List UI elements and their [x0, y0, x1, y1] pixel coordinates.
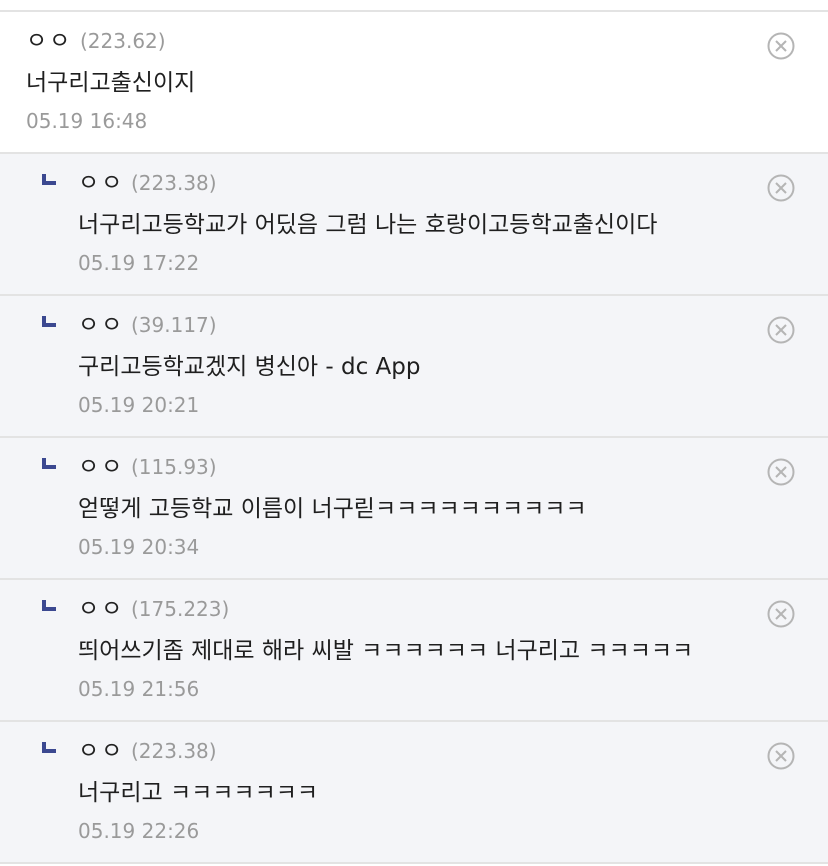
comment-ip: (175.223): [131, 597, 230, 621]
delete-comment-icon[interactable]: [767, 316, 795, 344]
comment-ip: (39.117): [131, 313, 217, 337]
comment-ip: (223.38): [131, 171, 217, 195]
comment-nickname[interactable]: ㅇㅇ: [26, 30, 72, 53]
delete-comment-icon[interactable]: [767, 458, 795, 486]
comment-nickname[interactable]: ㅇㅇ: [78, 172, 124, 195]
reply-item: ㅇㅇ (223.38) 너구리고등학교가 어딨음 그럼 나는 호랑이고등학교출신…: [0, 154, 828, 296]
delete-comment-icon[interactable]: [767, 32, 795, 60]
delete-comment-icon[interactable]: [767, 174, 795, 202]
comment-nickname[interactable]: ㅇㅇ: [78, 598, 124, 621]
comment-date: 05.19 16:48: [26, 109, 148, 133]
comment-date: 05.19 22:26: [78, 819, 200, 843]
comment-ip: (115.93): [131, 455, 217, 479]
comment-text: 너구리고등학교가 어딨음 그럼 나는 호랑이고등학교출신이다: [78, 212, 658, 238]
comment-nickname[interactable]: ㅇㅇ: [78, 456, 124, 479]
comment-ip: (223.62): [80, 29, 166, 53]
comment-text: 너구리고 ㅋㅋㅋㅋㅋㅋㅋ: [78, 780, 319, 806]
reply-item: ㅇㅇ (223.38) 너구리고 ㅋㅋㅋㅋㅋㅋㅋ 05.19 22:26: [0, 722, 828, 864]
comment-text: 너구리고출신이지: [26, 70, 196, 96]
reply-arrow-icon: [42, 316, 56, 327]
comment-nickname[interactable]: ㅇㅇ: [78, 740, 124, 763]
comment-text: 띄어쓰기좀 제대로 해라 씨발 ㅋㅋㅋㅋㅋㅋ 너구리고 ㅋㅋㅋㅋㅋ: [78, 638, 694, 664]
reply-arrow-icon: [42, 742, 56, 753]
comment-ip: (223.38): [131, 739, 217, 763]
comment-item: ㅇㅇ (223.62) 너구리고출신이지 05.19 16:48: [0, 12, 828, 154]
reply-item: ㅇㅇ (39.117) 구리고등학교겠지 병신아 - dc App 05.19 …: [0, 296, 828, 438]
comment-text: 구리고등학교겠지 병신아 - dc App: [78, 354, 421, 380]
reply-item: ㅇㅇ (115.93) 얻떻게 고등학교 이름이 너구릳ㅋㅋㅋㅋㅋㅋㅋㅋㅋㅋ 0…: [0, 438, 828, 580]
delete-comment-icon[interactable]: [767, 742, 795, 770]
comment-nickname[interactable]: ㅇㅇ: [78, 314, 124, 337]
comment-text: 얻떻게 고등학교 이름이 너구릳ㅋㅋㅋㅋㅋㅋㅋㅋㅋㅋ: [78, 496, 587, 522]
reply-item: ㅇㅇ (175.223) 띄어쓰기좀 제대로 해라 씨발 ㅋㅋㅋㅋㅋㅋ 너구리고…: [0, 580, 828, 722]
reply-arrow-icon: [42, 174, 56, 185]
comment-date: 05.19 21:56: [78, 677, 200, 701]
comment-date: 05.19 17:22: [78, 251, 200, 275]
reply-arrow-icon: [42, 458, 56, 469]
reply-arrow-icon: [42, 600, 56, 611]
comment-date: 05.19 20:21: [78, 393, 200, 417]
delete-comment-icon[interactable]: [767, 600, 795, 628]
comment-date: 05.19 20:34: [78, 535, 200, 559]
